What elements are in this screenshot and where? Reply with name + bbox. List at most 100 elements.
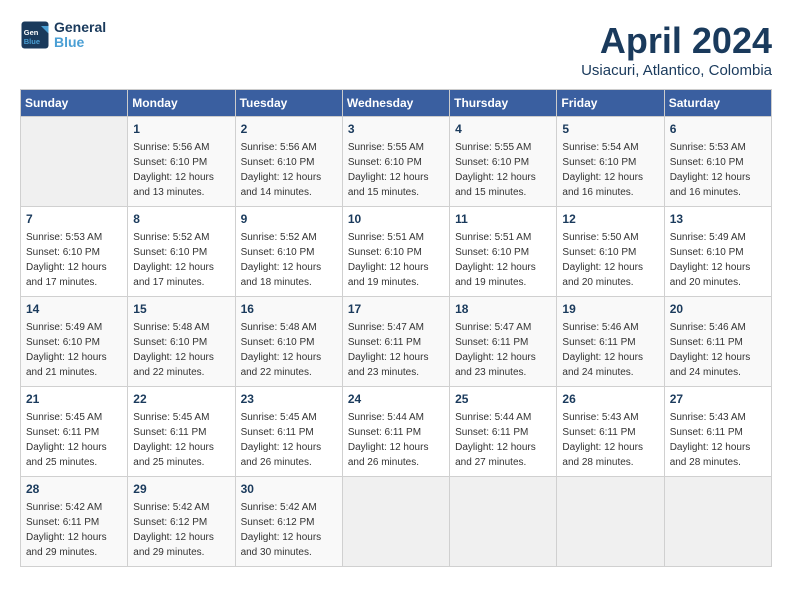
day-cell: 23Sunrise: 5:45 AMSunset: 6:11 PMDayligh… [235,387,342,477]
page-header: Gen Blue General Blue April 2024 Usiacur… [20,20,772,79]
day-info: Sunrise: 5:42 AMSunset: 6:12 PMDaylight:… [133,500,229,560]
day-number: 12 [562,211,658,228]
day-cell: 27 Sunrise: 5:43 AMSunset: 6:11 PMDayligh… [664,387,771,477]
day-cell: 18 Sunrise: 5:47 AMSunset: 6:11 PMDayligh… [450,297,557,387]
week-row-4: 21 Sunrise: 5:45 AMSunset: 6:11 PMDayligh… [21,387,772,477]
day-cell: 8 Sunrise: 5:52 AMSunset: 6:10 PMDaylight… [128,207,235,297]
day-cell: 16Sunrise: 5:48 AMSunset: 6:10 PMDayligh… [235,297,342,387]
day-number: 20 [670,301,766,318]
day-cell: 15 Sunrise: 5:48 AMSunset: 6:10 PMDayligh… [128,297,235,387]
day-number: 9 [241,211,337,228]
day-cell: 13 Sunrise: 5:49 AMSunset: 6:10 PMDayligh… [664,207,771,297]
day-cell: 7 Sunrise: 5:53 AMSunset: 6:10 PMDaylight… [21,207,128,297]
day-cell: 17 Sunrise: 5:47 AMSunset: 6:11 PMDayligh… [342,297,449,387]
day-number: 17 [348,301,444,318]
day-number: 24 [348,391,444,408]
calendar-body: 1 Sunrise: 5:56 AMSunset: 6:10 PMDaylight… [21,117,772,567]
day-number: 2 [241,121,337,138]
month-title: April 2024 [581,20,772,62]
day-cell: 2Sunrise: 5:56 AMSunset: 6:10 PMDaylight… [235,117,342,207]
day-info: Sunrise: 5:50 AMSunset: 6:10 PMDaylight:… [562,230,658,290]
day-info: Sunrise: 5:53 AMSunset: 6:10 PMDaylight:… [670,140,766,200]
location: Usiacuri, Atlantico, Colombia [581,62,772,79]
day-cell: 5 Sunrise: 5:54 AMSunset: 6:10 PMDaylight… [557,117,664,207]
day-cell [557,477,664,567]
day-cell: 21 Sunrise: 5:45 AMSunset: 6:11 PMDayligh… [21,387,128,477]
day-info: Sunrise: 5:53 AMSunset: 6:10 PMDaylight:… [26,230,122,290]
day-number: 18 [455,301,551,318]
day-info: Sunrise: 5:44 AMSunset: 6:11 PMDaylight:… [455,410,551,470]
day-info: Sunrise: 5:47 AMSunset: 6:11 PMDaylight:… [455,320,551,380]
day-cell: 9Sunrise: 5:52 AMSunset: 6:10 PMDaylight… [235,207,342,297]
day-cell [21,117,128,207]
day-info: Sunrise: 5:55 AMSunset: 6:10 PMDaylight:… [455,140,551,200]
day-cell: 14 Sunrise: 5:49 AMSunset: 6:10 PMDayligh… [21,297,128,387]
day-number: 16 [241,301,337,318]
day-number: 5 [562,121,658,138]
day-number: 14 [26,301,122,318]
day-info: Sunrise: 5:49 AMSunset: 6:10 PMDaylight:… [670,230,766,290]
day-number: 3 [348,121,444,138]
week-row-5: 28 Sunrise: 5:42 AMSunset: 6:11 PMDayligh… [21,477,772,567]
header-cell-wednesday: Wednesday [342,90,449,117]
day-info: Sunrise: 5:56 AMSunset: 6:10 PMDaylight:… [133,140,229,200]
day-number: 10 [348,211,444,228]
logo-text: General Blue [54,20,106,51]
day-cell: 11 Sunrise: 5:51 AMSunset: 6:10 PMDayligh… [450,207,557,297]
header-cell-sunday: Sunday [21,90,128,117]
day-info: Sunrise: 5:46 AMSunset: 6:11 PMDaylight:… [562,320,658,380]
day-info: Sunrise: 5:49 AMSunset: 6:10 PMDaylight:… [26,320,122,380]
day-number: 4 [455,121,551,138]
day-info: Sunrise: 5:42 AMSunset: 6:11 PMDaylight:… [26,500,122,560]
day-cell: 26 Sunrise: 5:43 AMSunset: 6:11 PMDayligh… [557,387,664,477]
week-row-3: 14 Sunrise: 5:49 AMSunset: 6:10 PMDayligh… [21,297,772,387]
day-number: 27 [670,391,766,408]
day-cell: 29 Sunrise: 5:42 AMSunset: 6:12 PMDayligh… [128,477,235,567]
header-cell-monday: Monday [128,90,235,117]
day-cell: 28 Sunrise: 5:42 AMSunset: 6:11 PMDayligh… [21,477,128,567]
day-cell [450,477,557,567]
day-number: 7 [26,211,122,228]
header-cell-friday: Friday [557,90,664,117]
day-cell: 25Sunrise: 5:44 AMSunset: 6:11 PMDayligh… [450,387,557,477]
logo: Gen Blue General Blue [20,20,106,51]
day-cell: 4 Sunrise: 5:55 AMSunset: 6:10 PMDaylight… [450,117,557,207]
day-number: 8 [133,211,229,228]
day-cell: 30Sunrise: 5:42 AMSunset: 6:12 PMDayligh… [235,477,342,567]
day-info: Sunrise: 5:45 AMSunset: 6:11 PMDaylight:… [26,410,122,470]
day-number: 28 [26,481,122,498]
day-number: 6 [670,121,766,138]
day-info: Sunrise: 5:55 AMSunset: 6:10 PMDaylight:… [348,140,444,200]
svg-text:Gen: Gen [24,28,39,37]
day-number: 13 [670,211,766,228]
header-row: SundayMondayTuesdayWednesdayThursdayFrid… [21,90,772,117]
day-number: 23 [241,391,337,408]
day-info: Sunrise: 5:52 AMSunset: 6:10 PMDaylight:… [133,230,229,290]
day-number: 11 [455,211,551,228]
header-cell-saturday: Saturday [664,90,771,117]
day-number: 26 [562,391,658,408]
day-cell [342,477,449,567]
day-number: 19 [562,301,658,318]
day-info: Sunrise: 5:54 AMSunset: 6:10 PMDaylight:… [562,140,658,200]
day-number: 21 [26,391,122,408]
day-info: Sunrise: 5:43 AMSunset: 6:11 PMDaylight:… [670,410,766,470]
day-info: Sunrise: 5:43 AMSunset: 6:11 PMDaylight:… [562,410,658,470]
day-number: 1 [133,121,229,138]
header-cell-tuesday: Tuesday [235,90,342,117]
day-cell: 3 Sunrise: 5:55 AMSunset: 6:10 PMDaylight… [342,117,449,207]
day-info: Sunrise: 5:46 AMSunset: 6:11 PMDaylight:… [670,320,766,380]
day-info: Sunrise: 5:47 AMSunset: 6:11 PMDaylight:… [348,320,444,380]
day-cell: 19 Sunrise: 5:46 AMSunset: 6:11 PMDayligh… [557,297,664,387]
day-number: 15 [133,301,229,318]
week-row-2: 7 Sunrise: 5:53 AMSunset: 6:10 PMDaylight… [21,207,772,297]
svg-text:Blue: Blue [24,37,40,46]
day-number: 29 [133,481,229,498]
day-info: Sunrise: 5:48 AMSunset: 6:10 PMDaylight:… [133,320,229,380]
day-info: Sunrise: 5:42 AMSunset: 6:12 PMDaylight:… [241,500,337,560]
calendar-header: SundayMondayTuesdayWednesdayThursdayFrid… [21,90,772,117]
day-cell: 10Sunrise: 5:51 AMSunset: 6:10 PMDayligh… [342,207,449,297]
day-info: Sunrise: 5:51 AMSunset: 6:10 PMDaylight:… [455,230,551,290]
day-cell: 1 Sunrise: 5:56 AMSunset: 6:10 PMDaylight… [128,117,235,207]
day-cell: 12 Sunrise: 5:50 AMSunset: 6:10 PMDayligh… [557,207,664,297]
